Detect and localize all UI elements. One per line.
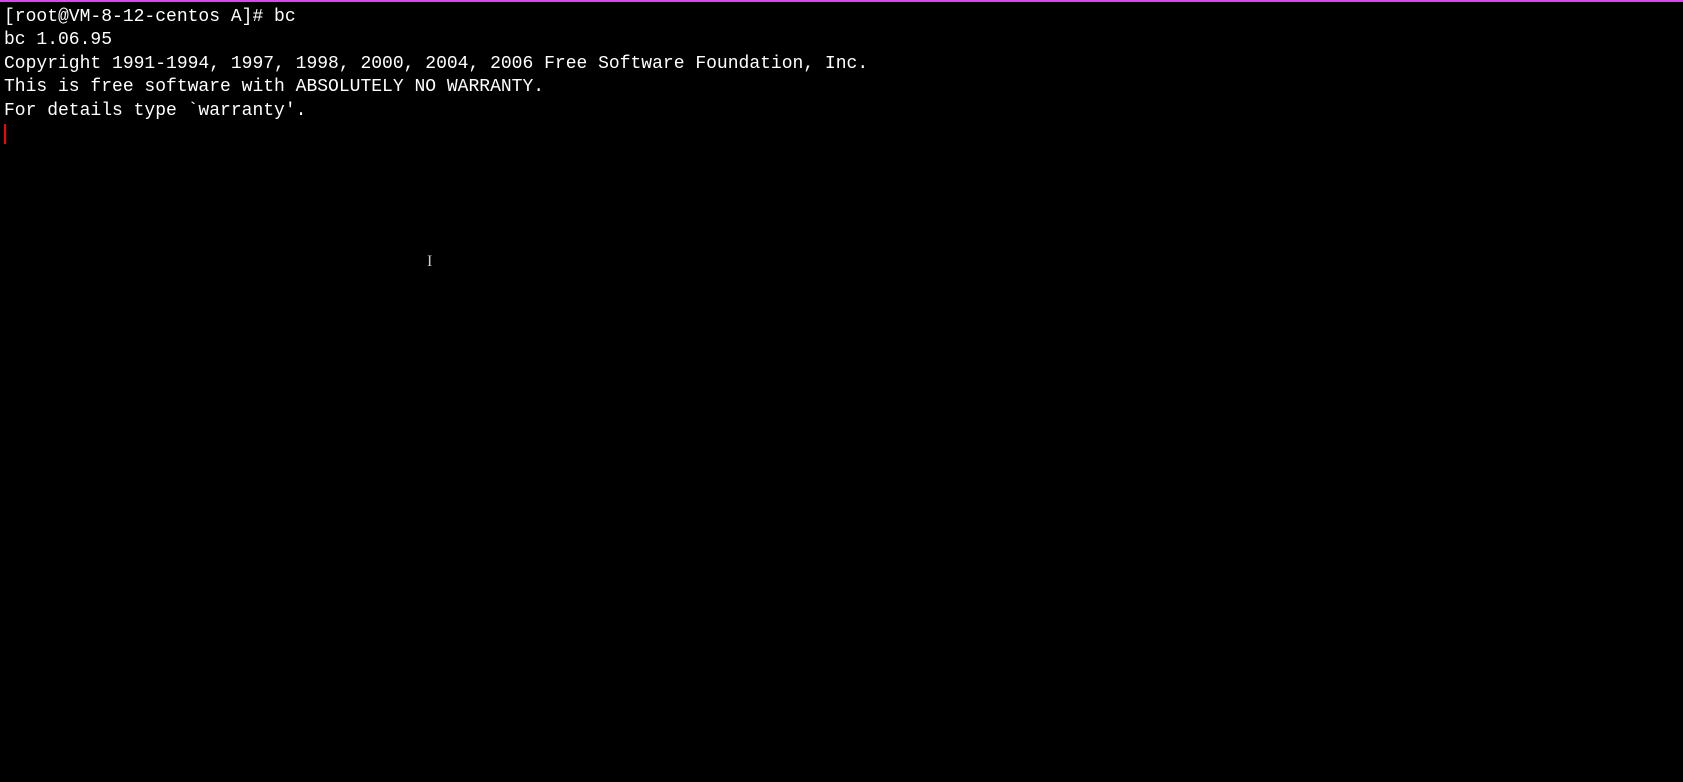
mouse-text-cursor-icon: I — [427, 252, 432, 273]
cursor-icon — [4, 124, 6, 144]
terminal-area[interactable]: [root@VM-8-12-centos A]# bc bc 1.06.95 C… — [0, 2, 1683, 782]
output-line: bc 1.06.95 — [4, 29, 1679, 52]
shell-prompt: [root@VM-8-12-centos A]# — [4, 7, 274, 27]
input-line[interactable] — [4, 123, 1679, 146]
output-line: For details type `warranty'. — [4, 100, 1679, 123]
output-line: Copyright 1991-1994, 1997, 1998, 2000, 2… — [4, 53, 1679, 76]
output-line: This is free software with ABSOLUTELY NO… — [4, 76, 1679, 99]
command-line: [root@VM-8-12-centos A]# bc — [4, 6, 1679, 29]
typed-command: bc — [274, 7, 296, 27]
